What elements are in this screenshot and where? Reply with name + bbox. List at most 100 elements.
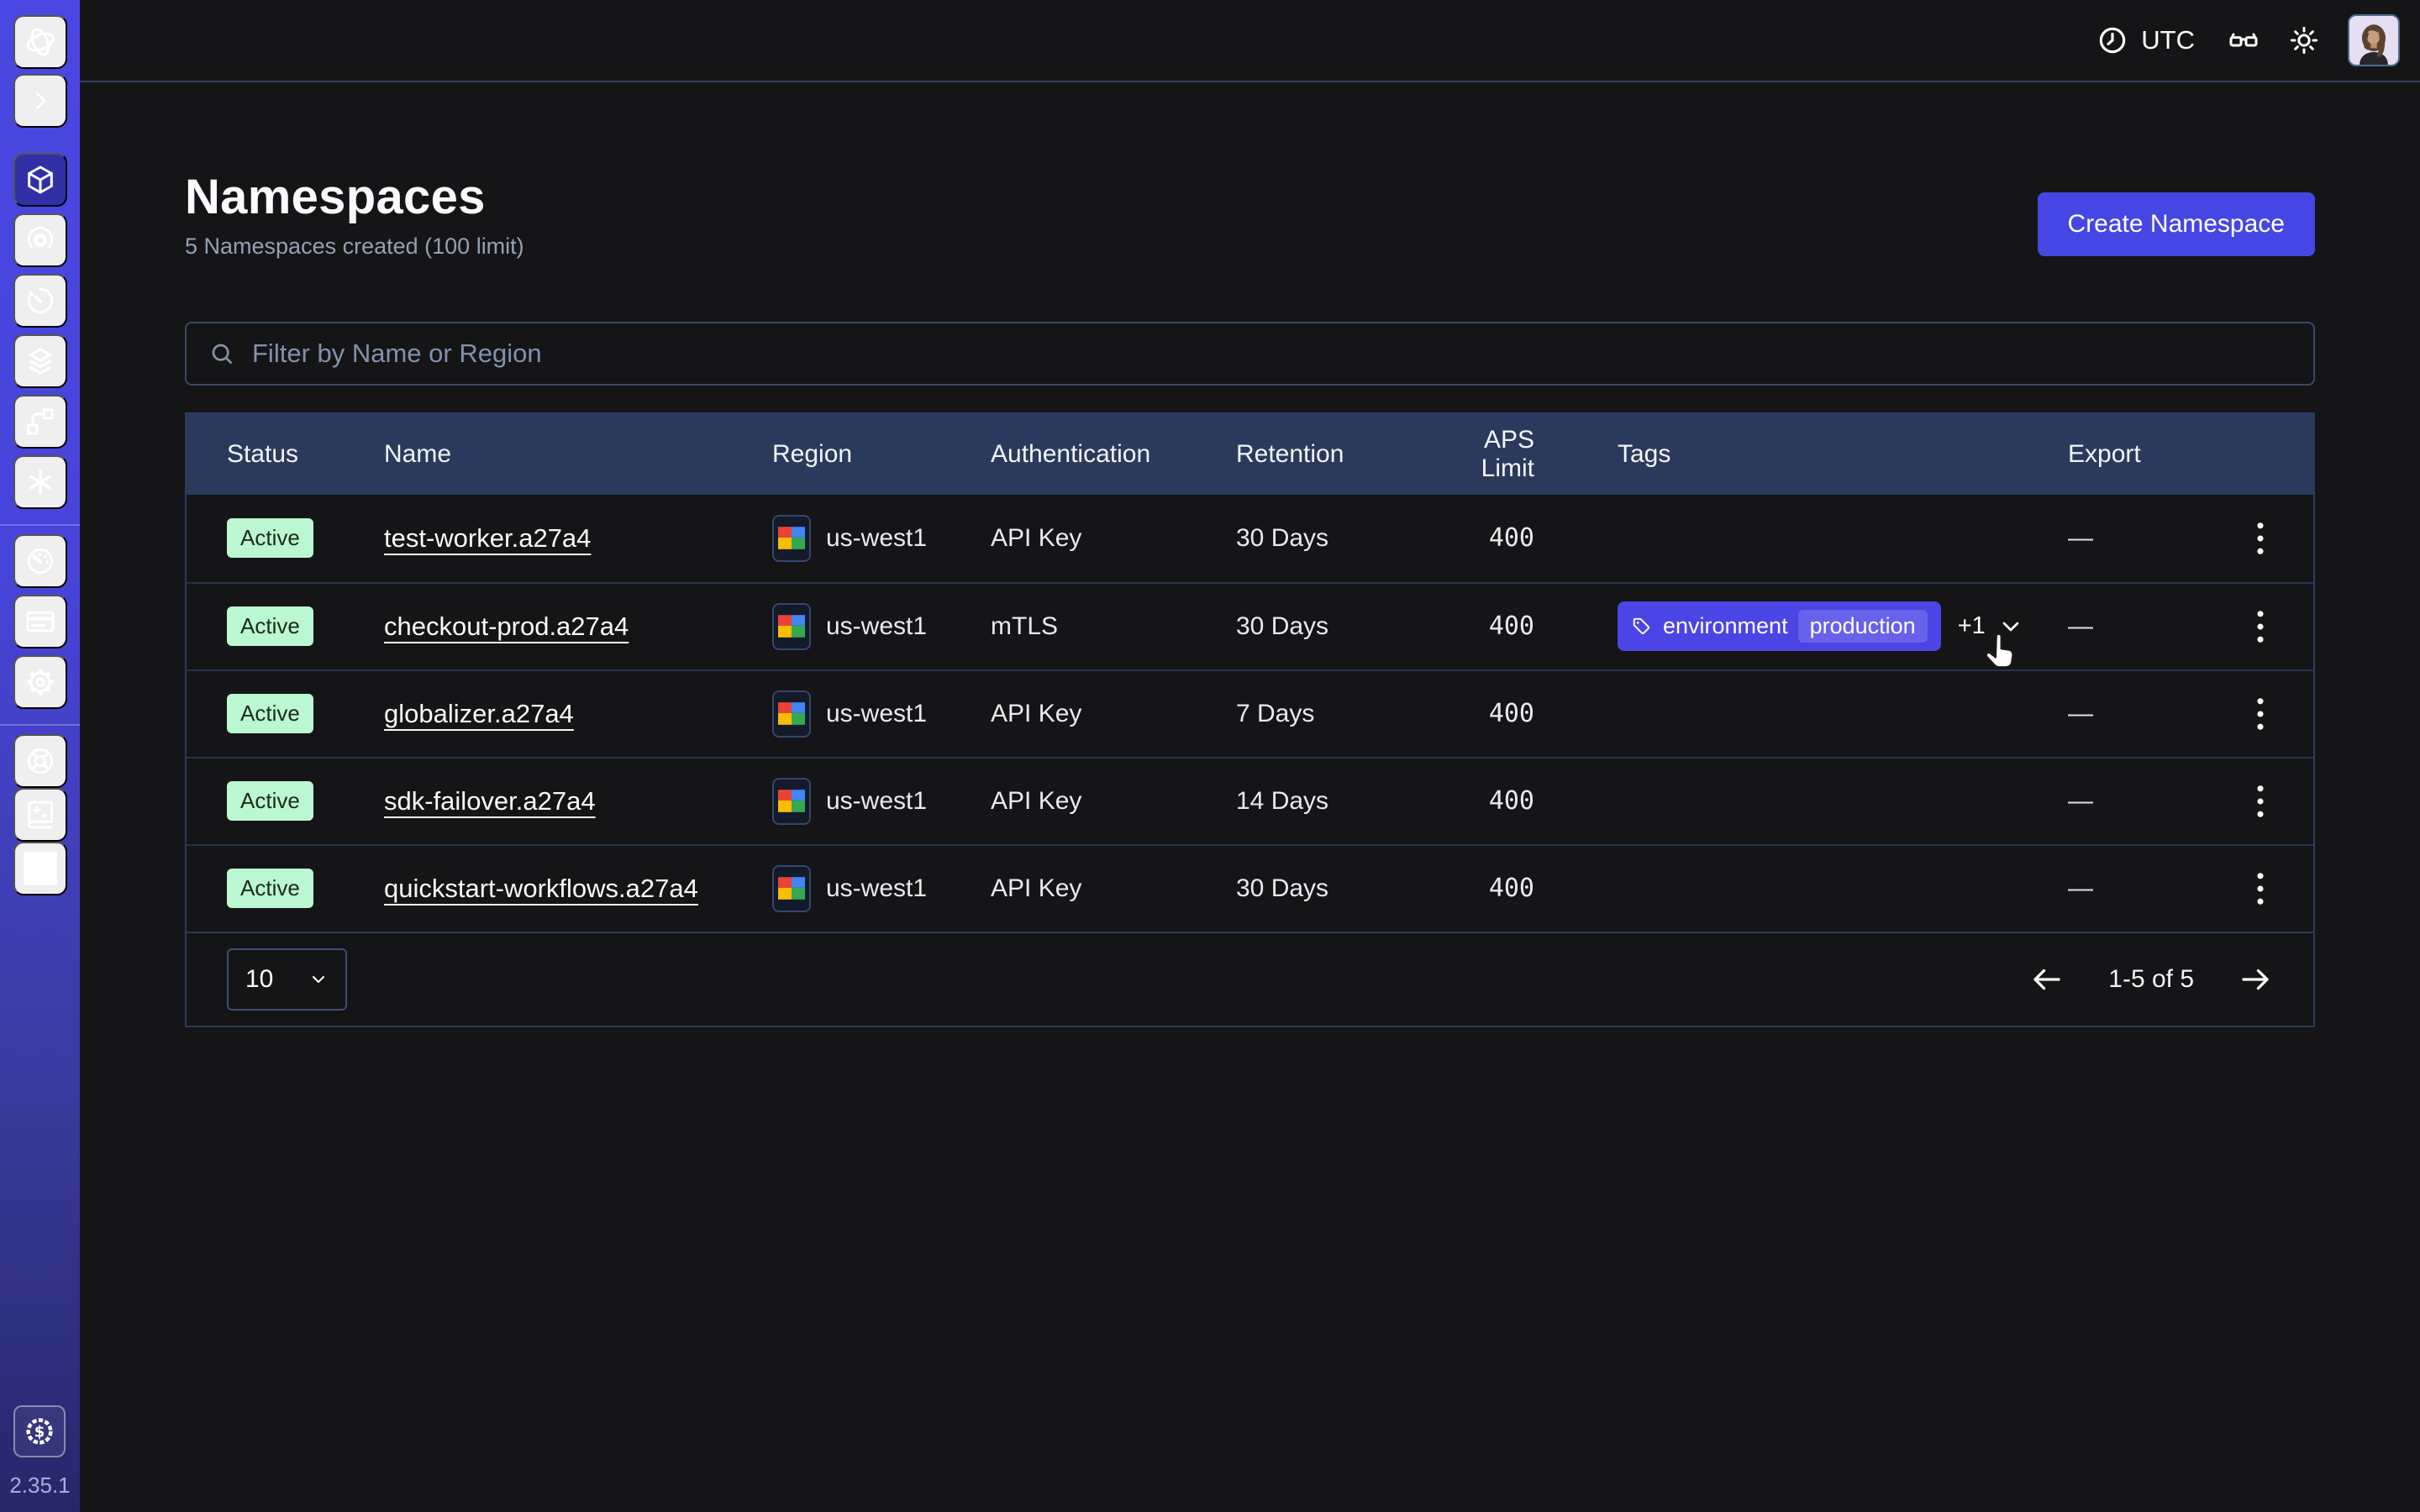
page-subtitle: 5 Namespaces created (100 limit) xyxy=(185,234,524,260)
chevron-down-icon xyxy=(308,969,329,990)
sidebar-item-getting-started[interactable] xyxy=(13,842,67,895)
sidebar-expand-button[interactable] xyxy=(13,74,67,128)
pagination-range: 1-5 of 5 xyxy=(2108,965,2194,994)
table-header: Status Name Region Authentication Retent… xyxy=(187,414,2313,495)
theme-toggle-button[interactable] xyxy=(2287,24,2321,57)
table-row: Active quickstart-workflows.a27a4 us-wes… xyxy=(187,844,2313,932)
kebab-icon xyxy=(2254,870,2266,907)
retention-cell: 30 Days xyxy=(1236,524,1428,553)
sidebar-item-billing[interactable] xyxy=(13,595,67,648)
sidebar-item-schedules[interactable] xyxy=(13,274,67,328)
column-header-tags: Tags xyxy=(1534,440,2068,469)
gcp-logo-icon xyxy=(772,865,811,912)
export-cell: — xyxy=(2068,787,2212,816)
region-label: us-west1 xyxy=(826,524,927,553)
page-size-select[interactable]: 10 xyxy=(227,948,347,1011)
aps-limit-cell: 400 xyxy=(1428,786,1534,816)
region-cell: us-west1 xyxy=(772,603,991,650)
asterisk-icon xyxy=(24,465,57,499)
column-header-export: Export xyxy=(2068,440,2212,469)
table-footer: 10 1-5 of 5 xyxy=(187,932,2313,1026)
region-label: us-west1 xyxy=(826,612,927,641)
timer-icon xyxy=(24,284,57,318)
authentication-cell: API Key xyxy=(991,700,1236,728)
namespace-link[interactable]: globalizer.a27a4 xyxy=(384,699,574,728)
region-label: us-west1 xyxy=(826,787,927,816)
row-menu-button[interactable] xyxy=(2249,778,2271,825)
status-badge: Active xyxy=(227,518,313,558)
temporal-logo-icon[interactable] xyxy=(13,15,67,69)
column-header-aps-limit: APS Limit xyxy=(1428,426,1534,483)
tag-pill[interactable]: environment production xyxy=(1618,601,1941,651)
table-row: Active checkout-prod.a27a4 us-west1 mTLS… xyxy=(187,582,2313,669)
avatar-image xyxy=(2349,16,2398,65)
status-badge: Active xyxy=(227,781,313,821)
credits-button[interactable] xyxy=(13,1405,66,1457)
arrow-right-icon xyxy=(2238,962,2273,997)
namespace-link[interactable]: sdk-failover.a27a4 xyxy=(384,786,596,816)
namespace-link[interactable]: test-worker.a27a4 xyxy=(384,523,591,553)
tags-expand-button[interactable] xyxy=(1997,613,2024,640)
reader-mode-button[interactable] xyxy=(2227,24,2260,57)
sidebar-item-namespaces[interactable] xyxy=(13,153,67,207)
create-namespace-button[interactable]: Create Namespace xyxy=(2038,192,2315,256)
sidebar-item-docs[interactable] xyxy=(13,788,67,842)
filter-bar xyxy=(185,322,2315,386)
region-cell: us-west1 xyxy=(772,515,991,562)
region-cell: us-west1 xyxy=(772,778,991,825)
tags-cell: environment production +1 xyxy=(1534,601,2068,651)
timezone-button[interactable]: UTC xyxy=(2091,23,2200,58)
sidebar-item-usage[interactable] xyxy=(13,534,67,588)
sidebar-nav-account xyxy=(13,534,67,709)
aps-limit-cell: 400 xyxy=(1428,523,1534,553)
timezone-label: UTC xyxy=(2141,25,2195,55)
namespace-link[interactable]: quickstart-workflows.a27a4 xyxy=(384,874,698,903)
export-cell: — xyxy=(2068,612,2212,641)
authentication-cell: mTLS xyxy=(991,612,1236,641)
gcp-logo-icon xyxy=(772,690,811,738)
search-icon xyxy=(208,340,235,367)
filter-input[interactable] xyxy=(250,338,2291,370)
gear-icon xyxy=(24,665,57,699)
sidebar-item-nexus[interactable] xyxy=(13,455,67,509)
namespace-link[interactable]: checkout-prod.a27a4 xyxy=(384,612,629,641)
radar-icon xyxy=(24,223,57,257)
row-menu-button[interactable] xyxy=(2249,515,2271,562)
table-row: Active test-worker.a27a4 us-west1 API Ke… xyxy=(187,495,2313,582)
clock-icon xyxy=(2096,24,2129,57)
tag-value: production xyxy=(1798,610,1928,643)
region-cell: us-west1 xyxy=(772,690,991,738)
kebab-icon xyxy=(2254,696,2266,732)
sidebar-item-pipelines[interactable] xyxy=(13,395,67,449)
next-page-button[interactable] xyxy=(2238,962,2273,997)
sidebar-item-deployments[interactable] xyxy=(13,334,67,388)
glasses-icon xyxy=(2227,24,2260,57)
authentication-cell: API Key xyxy=(991,787,1236,816)
export-cell: — xyxy=(2068,874,2212,903)
sidebar-item-radar[interactable] xyxy=(13,213,67,267)
sidebar-item-settings[interactable] xyxy=(13,655,67,709)
region-label: us-west1 xyxy=(826,874,927,903)
kebab-icon xyxy=(2254,783,2266,820)
tag-key: environment xyxy=(1663,613,1788,639)
row-menu-button[interactable] xyxy=(2249,865,2271,912)
region-cell: us-west1 xyxy=(772,865,991,912)
sidebar-divider xyxy=(0,524,80,526)
export-cell: — xyxy=(2068,700,2212,728)
status-badge: Active xyxy=(227,694,313,733)
previous-page-button[interactable] xyxy=(2029,962,2065,997)
sidebar-item-support[interactable] xyxy=(13,734,67,788)
column-header-retention: Retention xyxy=(1236,440,1428,469)
aps-limit-cell: 400 xyxy=(1428,612,1534,641)
row-menu-button[interactable] xyxy=(2249,690,2271,738)
dollar-badge-icon xyxy=(23,1415,56,1448)
gcp-logo-icon xyxy=(772,603,811,650)
kebab-icon xyxy=(2254,520,2266,557)
user-avatar[interactable] xyxy=(2348,14,2400,66)
tag-icon xyxy=(1631,616,1653,638)
row-menu-button[interactable] xyxy=(2249,603,2271,650)
sidebar: 2.35.1 xyxy=(0,0,80,1512)
app-version: 2.35.1 xyxy=(9,1473,70,1499)
rocket-icon xyxy=(24,852,57,885)
column-header-status: Status xyxy=(187,440,384,469)
